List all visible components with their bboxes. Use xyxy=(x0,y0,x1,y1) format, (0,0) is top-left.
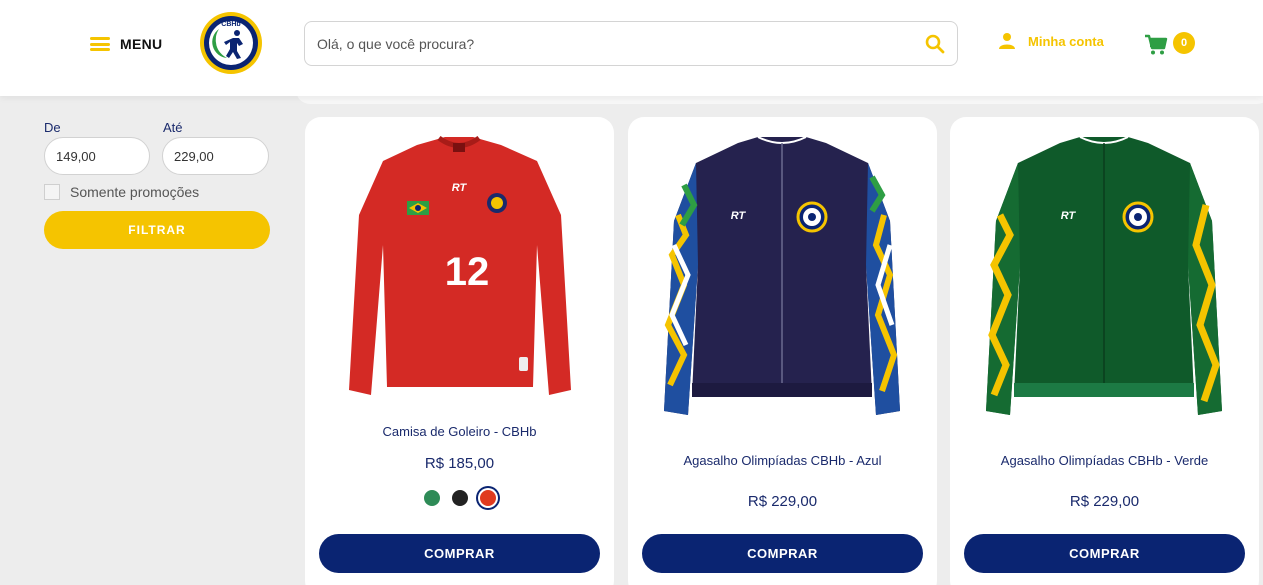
product-card[interactable]: RT Agasalho Olimpíadas CBHb - Azul R$ 22… xyxy=(628,117,937,585)
svg-text:12: 12 xyxy=(445,250,490,294)
swatch-red[interactable] xyxy=(479,490,496,506)
account-label: Minha conta xyxy=(1028,33,1104,49)
price-to-input[interactable] xyxy=(162,137,269,175)
product-price: R$ 229,00 xyxy=(1069,493,1140,510)
product-name[interactable]: Agasalho Olimpíadas CBHb - Azul xyxy=(628,453,937,468)
search-icon[interactable] xyxy=(925,34,945,54)
color-swatches xyxy=(305,490,614,506)
svg-text:CBHb: CBHb xyxy=(221,21,240,28)
buy-button[interactable]: COMPRAR xyxy=(964,534,1245,573)
account-link[interactable]: Minha conta xyxy=(998,32,1104,50)
cart-button[interactable]: 0 xyxy=(1144,30,1200,58)
promo-only-label: Somente promoções xyxy=(70,184,200,200)
swatch-black[interactable] xyxy=(451,490,468,506)
svg-text:RT: RT xyxy=(731,210,747,222)
product-card[interactable]: RT Agasalho Olimpíadas CBHb - Verde R$ 2… xyxy=(950,117,1259,585)
search-input[interactable] xyxy=(305,23,905,64)
swatch-green[interactable] xyxy=(423,490,440,506)
menu-button[interactable]: MENU xyxy=(90,30,162,58)
cart-count-badge: 0 xyxy=(1173,32,1195,54)
price-from-input[interactable] xyxy=(44,137,150,175)
price-to-label: Até xyxy=(163,120,183,135)
cbhb-logo[interactable]: CBHb xyxy=(199,11,263,75)
buy-button[interactable]: COMPRAR xyxy=(642,534,923,573)
product-price: R$ 185,00 xyxy=(424,455,495,472)
product-name[interactable]: Agasalho Olimpíadas CBHb - Verde xyxy=(950,453,1259,468)
product-card[interactable]: RT 12 Camisa de Goleiro - CBHb R$ 185,00… xyxy=(305,117,614,585)
product-image-goalkeeper-shirt[interactable]: RT 12 xyxy=(305,125,614,425)
search-bar xyxy=(304,21,958,66)
filter-button[interactable]: FILTRAR xyxy=(44,211,270,249)
svg-text:RT: RT xyxy=(1061,210,1077,222)
site-header: MENU CBHb Minha conta 0 xyxy=(0,0,1263,96)
menu-label: MENU xyxy=(120,36,163,52)
cart-icon xyxy=(1145,34,1168,55)
hamburger-icon xyxy=(90,37,110,51)
user-icon xyxy=(999,33,1015,49)
checkbox-box[interactable] xyxy=(44,184,60,200)
product-name[interactable]: Camisa de Goleiro - CBHb xyxy=(305,424,614,439)
price-from-label: De xyxy=(44,120,61,135)
svg-text:RT: RT xyxy=(452,182,468,194)
product-image-blue-jacket[interactable]: RT xyxy=(628,125,937,425)
buy-button[interactable]: COMPRAR xyxy=(319,534,600,573)
product-price: R$ 229,00 xyxy=(747,493,818,510)
promo-only-checkbox[interactable]: Somente promoções xyxy=(44,184,199,200)
product-image-green-jacket[interactable]: RT xyxy=(950,125,1259,425)
